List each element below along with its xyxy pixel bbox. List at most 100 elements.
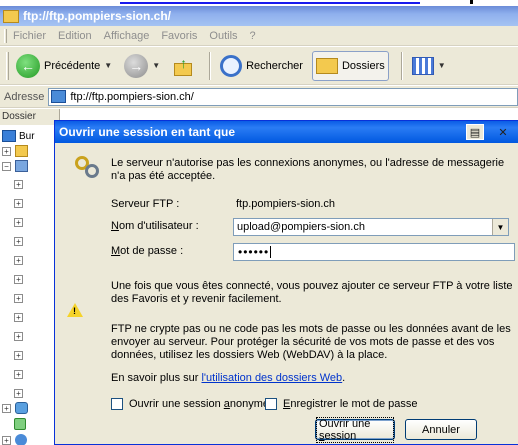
- warning-icon: !: [67, 303, 83, 317]
- save-password-text: nregistrer le mot de passe: [290, 398, 418, 410]
- login-button[interactable]: Ouvrir une session: [315, 416, 395, 443]
- address-bar: Adresse ftp://ftp.pompiers-sion.ch/: [0, 86, 518, 108]
- password-label-text: ot de passe :: [120, 245, 184, 257]
- expand-icon[interactable]: +: [14, 293, 23, 303]
- forward-dropdown-icon[interactable]: ▼: [152, 61, 160, 70]
- favorites-text: Une fois que vous êtes connecté, vous po…: [111, 280, 513, 305]
- expand-icon[interactable]: +: [14, 236, 23, 246]
- up-folder-button[interactable]: ↑: [169, 51, 197, 81]
- menu-edition[interactable]: Edition: [58, 30, 92, 42]
- search-label: Rechercher: [246, 59, 303, 72]
- internet-icon: [15, 434, 27, 445]
- expand-icon[interactable]: +: [14, 217, 23, 227]
- learn-more-suffix: .: [342, 372, 346, 384]
- tree-item-computer[interactable]: −: [2, 159, 58, 173]
- folders-pane-title: Dossier: [0, 109, 59, 125]
- forward-arrow-icon: →: [124, 53, 149, 78]
- username-label-text: om d'utilisateur :: [118, 220, 199, 232]
- menu-bar: Fichier Edition Affichage Favoris Outils…: [0, 26, 518, 46]
- tree-item-desktop-label: Bur: [19, 130, 35, 142]
- intro-text: Le serveur n'autorise pas les connexions…: [111, 157, 505, 182]
- dialog-title-bar[interactable]: Ouvrir une session en tant que ▤ ✕: [55, 121, 518, 143]
- learn-more-line: En savoir plus sur l'utilisation des dos…: [111, 372, 345, 385]
- toolbar-separator-2: [400, 51, 403, 80]
- window-title-bar[interactable]: ftp://ftp.pompiers-sion.ch/: [0, 6, 518, 26]
- menu-affichage[interactable]: Affichage: [104, 30, 150, 42]
- webdav-link[interactable]: l'utilisation des dossiers Web: [201, 372, 342, 384]
- menu-grip: [4, 28, 7, 43]
- warning-text: FTP ne crypte pas ou ne code pas les mot…: [111, 323, 511, 361]
- chevron-down-icon[interactable]: ▼: [492, 219, 508, 235]
- expand-icon[interactable]: +: [14, 312, 23, 322]
- expand-icon[interactable]: +: [14, 274, 23, 284]
- anonymous-checkbox[interactable]: [111, 398, 123, 410]
- desktop-icon: [2, 130, 16, 142]
- anonymous-label-rest: nonyme: [229, 398, 270, 410]
- back-label: Précédente: [44, 59, 101, 72]
- password-input[interactable]: ••••••: [233, 243, 515, 261]
- tree-item-documents[interactable]: +: [2, 144, 58, 158]
- back-dropdown-icon[interactable]: ▼: [104, 61, 112, 70]
- expand-icon[interactable]: +: [14, 331, 23, 341]
- toolbar: ← Précédente ▼ → ▼ ↑ Rechercher Dossiers…: [0, 47, 518, 85]
- menu-outils[interactable]: Outils: [209, 30, 237, 42]
- folder-up-icon: ↑: [172, 55, 194, 77]
- views-button[interactable]: ▼: [409, 51, 449, 81]
- forward-button[interactable]: → ▼: [121, 51, 163, 81]
- search-icon: [220, 54, 243, 77]
- expand-icon[interactable]: +: [14, 388, 23, 398]
- computer-icon: [15, 160, 28, 172]
- network-icon: [15, 402, 28, 414]
- tree-item-network[interactable]: +: [2, 401, 58, 415]
- expand-icon[interactable]: +: [2, 403, 11, 413]
- password-mask: ••••••: [238, 245, 270, 259]
- save-password-checkbox[interactable]: [265, 398, 277, 410]
- anonymous-label-prefix: Ouvrir une session: [129, 398, 224, 410]
- anonymous-checkbox-label[interactable]: Ouvrir une session anonyme: [129, 398, 269, 411]
- expand-icon[interactable]: +: [14, 350, 23, 360]
- menu-fichier[interactable]: Fichier: [13, 30, 46, 42]
- toolbar-separator: [209, 51, 212, 80]
- back-arrow-icon: ←: [16, 53, 40, 78]
- menu-favoris[interactable]: Favoris: [161, 30, 197, 42]
- cancel-button[interactable]: Annuler: [405, 419, 477, 440]
- address-input[interactable]: ftp://ftp.pompiers-sion.ch/: [48, 87, 518, 106]
- tree-item-ie[interactable]: +: [2, 433, 58, 445]
- username-label-accesskey: N: [111, 220, 119, 232]
- close-icon[interactable]: ✕: [494, 124, 512, 140]
- login-label-prefix: Ouvrir une: [319, 417, 371, 430]
- expand-icon[interactable]: +: [14, 198, 23, 208]
- views-dropdown-icon[interactable]: ▼: [438, 61, 446, 70]
- ftp-site-icon: [51, 90, 67, 103]
- top-link-fragment: [120, 0, 420, 4]
- search-button[interactable]: Rechercher: [217, 51, 306, 81]
- username-combobox[interactable]: upload@pompiers-sion.ch ▼: [233, 218, 509, 236]
- text-cursor: [270, 246, 272, 258]
- dialog-title: Ouvrir une session en tant que: [59, 125, 236, 139]
- expand-icon[interactable]: +: [2, 435, 11, 445]
- top-link-fragment-2: [470, 0, 473, 4]
- window-title: ftp://ftp.pompiers-sion.ch/: [23, 9, 171, 23]
- cancel-button-label: Annuler: [422, 423, 460, 436]
- password-label: Mot de passe :: [111, 245, 183, 257]
- dialog-body: Le serveur n'autorise pas les connexions…: [55, 143, 518, 445]
- username-label: Nom d'utilisateur :: [111, 220, 199, 232]
- menu-help[interactable]: ?: [250, 30, 256, 42]
- expand-icon[interactable]: +: [14, 179, 23, 189]
- login-button-label: Ouvrir une session: [316, 416, 394, 443]
- back-button[interactable]: ← Précédente ▼: [13, 51, 115, 81]
- help-icon[interactable]: ▤: [466, 124, 484, 140]
- expand-icon[interactable]: +: [2, 146, 11, 156]
- folders-label: Dossiers: [341, 59, 385, 72]
- folders-button[interactable]: Dossiers: [311, 50, 389, 81]
- folder-icon: [15, 145, 28, 157]
- folders-pane: Dossier Bur + − + + + + + + + + + + + + …: [0, 109, 60, 445]
- tree-item-desktop[interactable]: Bur: [2, 129, 58, 143]
- collapse-icon[interactable]: −: [2, 161, 11, 171]
- server-label: Serveur FTP :: [111, 198, 180, 210]
- address-label: Adresse: [4, 90, 45, 103]
- username-value: upload@pompiers-sion.ch: [237, 221, 365, 233]
- expand-icon[interactable]: +: [14, 255, 23, 265]
- expand-icon[interactable]: +: [14, 369, 23, 379]
- save-password-label[interactable]: Enregistrer le mot de passe: [283, 398, 418, 411]
